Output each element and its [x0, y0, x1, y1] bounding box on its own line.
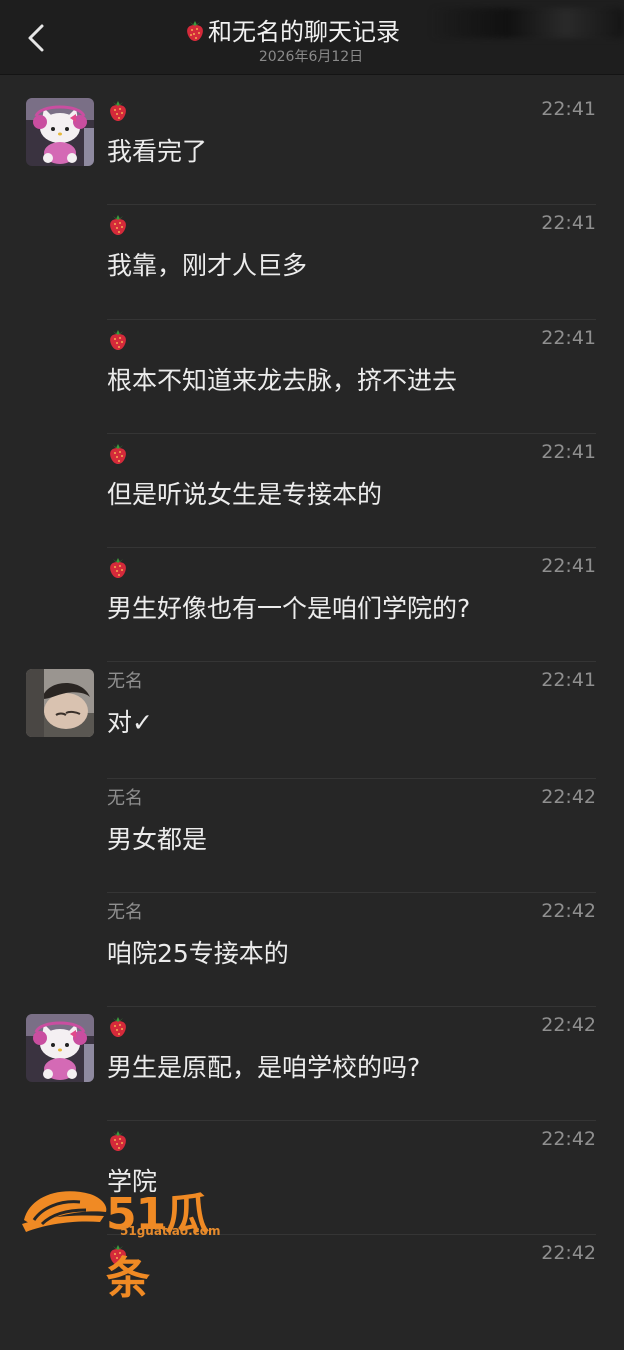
message-divider	[107, 1120, 596, 1121]
sender-name: 无名	[107, 671, 143, 692]
person-avatar-image	[26, 669, 94, 737]
message-time: 22:42	[541, 1242, 596, 1264]
message-divider	[107, 1006, 596, 1007]
message-divider	[107, 778, 596, 779]
message-text: 我靠，刚才人巨多	[107, 251, 308, 280]
message-time: 22:41	[541, 669, 596, 691]
message-row[interactable]: 22:42 男生是原配，是咱学校的吗?	[0, 1006, 624, 1122]
message-row[interactable]: 22:41 我靠，刚才人巨多	[0, 204, 624, 320]
message-divider	[107, 661, 596, 662]
chat-title: 和无名的聊天记录	[208, 18, 400, 46]
strawberry-icon	[110, 330, 126, 350]
message-row[interactable]: 22:41 男生好像也有一个是咱们学院的?	[0, 547, 624, 663]
message-time: 22:41	[541, 212, 596, 234]
message-text: 我看完了	[107, 137, 208, 166]
message-time: 22:42	[541, 1014, 596, 1036]
chat-header: 和无名的聊天记录 2026年6月12日	[0, 0, 624, 75]
strawberry-icon	[110, 215, 126, 235]
page-title: 和无名的聊天记录	[184, 12, 400, 47]
message-divider	[107, 547, 596, 548]
message-row[interactable]: 22:41 但是听说女生是专接本的	[0, 433, 624, 549]
hello-kitty-avatar-image	[26, 1014, 94, 1082]
title-block: 和无名的聊天记录 2026年6月12日	[184, 12, 464, 68]
watermark: 51瓜条 51guatiao.com	[20, 1178, 221, 1304]
message-divider	[107, 204, 596, 205]
message-time: 22:42	[541, 900, 596, 922]
chat-date: 2026年6月12日	[258, 49, 364, 65]
strawberry-icon	[110, 444, 126, 464]
strawberry-icon	[110, 1131, 126, 1151]
strawberry-icon	[110, 101, 126, 121]
message-divider	[107, 433, 596, 434]
message-text: 咱院25专接本的	[107, 939, 289, 968]
message-row[interactable]: 22:41 我看完了	[0, 92, 624, 206]
strawberry-icon	[187, 20, 203, 41]
sender-name: 无名	[107, 788, 143, 809]
sender-name	[107, 555, 129, 579]
sender-name	[107, 327, 129, 351]
message-divider	[107, 319, 596, 320]
avatar[interactable]	[26, 669, 94, 737]
message-time: 22:41	[541, 441, 596, 463]
message-time: 22:41	[541, 555, 596, 577]
strawberry-icon	[110, 1017, 126, 1037]
sender-name: 无名	[107, 902, 143, 923]
avatar[interactable]	[26, 98, 94, 166]
sender-name	[107, 1128, 129, 1152]
message-row[interactable]: 22:41 根本不知道来龙去脉，挤不进去	[0, 319, 624, 435]
message-text: 男生是原配，是咱学校的吗?	[107, 1053, 421, 1082]
sender-name	[107, 98, 129, 122]
back-icon[interactable]	[18, 18, 58, 58]
message-row[interactable]: 无名 22:42 咱院25专接本的	[0, 892, 624, 1008]
message-row[interactable]: 无名 22:41 对✓	[0, 661, 624, 777]
blurred-region	[430, 8, 624, 38]
message-time: 22:42	[541, 1128, 596, 1150]
message-text: 男生好像也有一个是咱们学院的?	[107, 594, 471, 623]
strawberry-icon	[110, 558, 126, 578]
message-text: 但是听说女生是专接本的	[107, 480, 383, 509]
avatar[interactable]	[26, 1014, 94, 1082]
message-text: 男女都是	[107, 825, 208, 854]
sender-name	[107, 212, 129, 236]
watermark-logo-icon	[22, 1191, 107, 1232]
watermark-brand: 51瓜条	[106, 1189, 209, 1304]
message-time: 22:42	[541, 786, 596, 808]
hello-kitty-avatar-image	[26, 98, 94, 166]
message-row[interactable]: 22:42	[0, 1234, 624, 1350]
message-text: 对✓	[107, 708, 153, 737]
message-row[interactable]: 无名 22:42 男女都是	[0, 778, 624, 894]
message-divider	[107, 892, 596, 893]
message-text: 根本不知道来龙去脉，挤不进去	[107, 366, 458, 395]
message-time: 22:41	[541, 327, 596, 349]
message-time: 22:41	[541, 98, 596, 120]
sender-name	[107, 441, 129, 465]
watermark-url: 51guatiao.com	[120, 1224, 221, 1238]
sender-name	[107, 1014, 129, 1038]
